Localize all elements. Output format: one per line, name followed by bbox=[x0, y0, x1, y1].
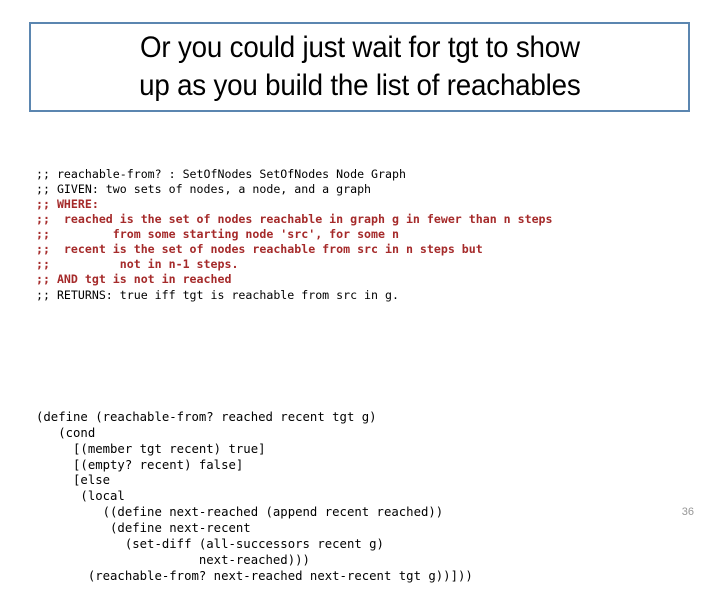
comment-line: ;; from some starting node 'src', for so… bbox=[36, 227, 399, 242]
slide-code-area: ;; reachable-from? : SetOfNodes SetOfNod… bbox=[36, 122, 696, 615]
comment-line: ;; reachable-from? : SetOfNodes SetOfNod… bbox=[36, 167, 406, 182]
page-number: 36 bbox=[681, 506, 694, 518]
comment-line: ;; recent is the set of nodes reachable … bbox=[36, 242, 483, 257]
code-line: next-reached))) bbox=[36, 553, 310, 567]
comment-line: ;; AND tgt is not in reached bbox=[36, 272, 232, 287]
comment-line: ;; WHERE: bbox=[36, 197, 99, 212]
code-line: (cond bbox=[36, 425, 96, 440]
code-line: [else bbox=[36, 473, 111, 488]
slide-title-box: Or you could just wait for tgt to show u… bbox=[29, 22, 690, 112]
code-line: (set-diff (all-successors recent g) bbox=[36, 537, 384, 552]
comment-line: ;; not in n-1 steps. bbox=[36, 257, 239, 272]
code-line: ((define next-reached (append recent rea… bbox=[36, 505, 444, 520]
code-line: (reachable-from? next-reached next-recen… bbox=[36, 568, 473, 583]
comment-line: ;; reached is the set of nodes reachable… bbox=[36, 212, 553, 227]
code-line: (local bbox=[36, 489, 125, 504]
slide-title-line-2: up as you build the list of reachables bbox=[138, 69, 581, 102]
slide-title-line-1: Or you could just wait for tgt to show bbox=[139, 31, 580, 64]
scheme-define-block: (define (reachable-from? reached recent … bbox=[36, 410, 696, 585]
code-line: (define next-recent bbox=[36, 521, 251, 536]
scheme-comment-block: ;; reachable-from? : SetOfNodes SetOfNod… bbox=[36, 167, 696, 302]
comment-line: ;; RETURNS: true iff tgt is reachable fr… bbox=[36, 287, 399, 302]
code-line: [(empty? recent) false] bbox=[36, 457, 244, 472]
code-line: (define (reachable-from? reached recent … bbox=[36, 409, 377, 424]
code-line: [(member tgt recent) true] bbox=[36, 441, 266, 456]
comment-line: ;; GIVEN: two sets of nodes, a node, and… bbox=[36, 182, 372, 197]
